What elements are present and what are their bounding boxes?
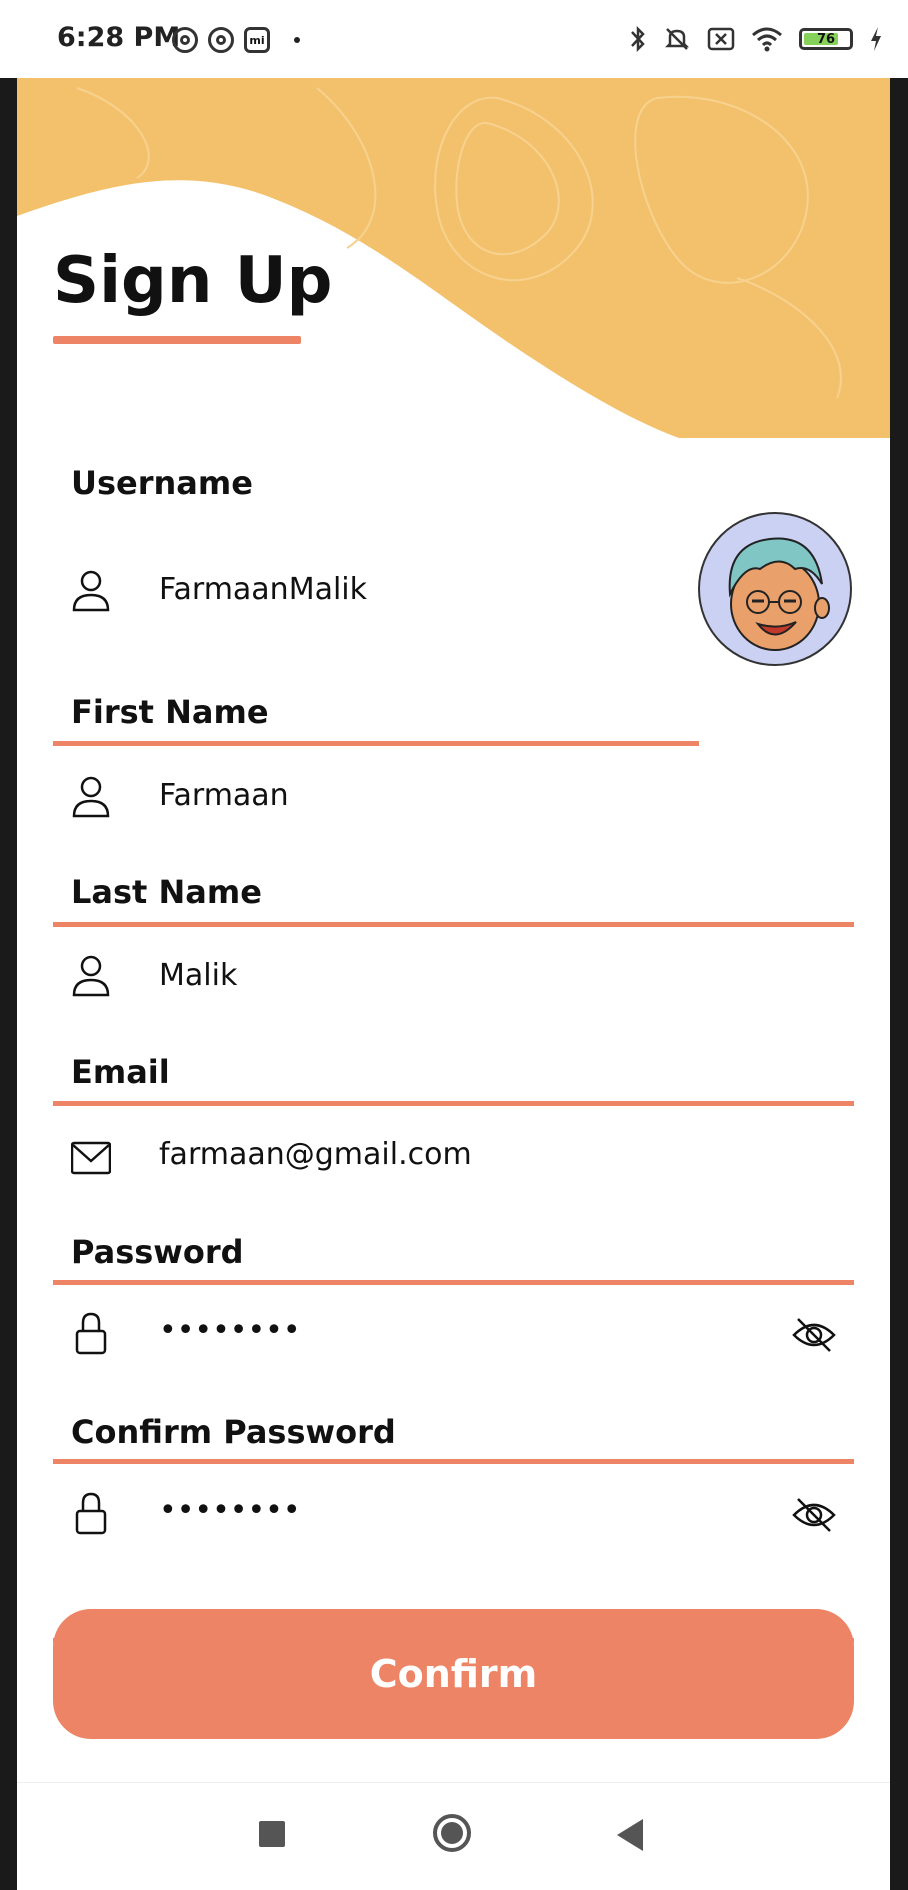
avatar-illustration	[728, 537, 830, 651]
confirm-password-input[interactable]: ••••••••	[159, 1493, 301, 1528]
lock-icon	[75, 1312, 107, 1355]
back-icon[interactable]	[617, 1819, 643, 1851]
avatar[interactable]	[698, 512, 852, 666]
lock-icon	[75, 1492, 107, 1535]
battery-level: 76	[816, 31, 836, 47]
at-circle-icon	[172, 27, 198, 53]
confirm-password-field: Confirm Password ••••••••	[53, 1413, 854, 1643]
email-field: Email farmaan@gmail.com	[53, 1053, 854, 1285]
person-icon	[72, 776, 110, 818]
eye-off-icon[interactable]	[792, 1315, 836, 1355]
last-name-label: Last Name	[71, 873, 262, 911]
mute-icon	[664, 28, 690, 50]
last-name-input[interactable]: Malik	[159, 958, 237, 993]
password-input[interactable]: ••••••••	[159, 1313, 301, 1348]
password-field: Password ••••••••	[53, 1233, 854, 1464]
mail-icon	[71, 1141, 111, 1175]
mi-badge-text: mi	[249, 33, 265, 47]
password-label: Password	[71, 1233, 244, 1271]
eye-off-icon[interactable]	[792, 1495, 836, 1535]
system-nav-bar	[17, 1782, 890, 1890]
screen-edge-right	[890, 78, 908, 1890]
email-label: Email	[71, 1053, 170, 1091]
person-icon	[72, 955, 110, 997]
username-label: Username	[71, 464, 253, 502]
page-title: Sign Up	[53, 244, 333, 318]
first-name-field: First Name Farmaan	[53, 693, 854, 927]
username-input[interactable]: FarmaanMalik	[159, 572, 367, 607]
status-icons-left: mi	[172, 27, 300, 53]
bluetooth-icon	[631, 25, 645, 53]
app-frame: 6:28 PM mi 76 Sign Up Username FarmaanMa…	[0, 0, 908, 1890]
email-input[interactable]: farmaan@gmail.com	[159, 1137, 472, 1172]
screen-edge-left	[0, 78, 17, 1890]
confirm-button[interactable]: Confirm	[53, 1609, 854, 1739]
recents-icon[interactable]	[259, 1821, 285, 1847]
first-name-input[interactable]: Farmaan	[159, 778, 289, 813]
title-underline	[53, 336, 301, 344]
status-bar: 6:28 PM mi 76	[0, 0, 908, 78]
no-sim-icon	[707, 27, 735, 51]
last-name-field: Last Name Malik	[53, 873, 854, 1106]
person-icon	[72, 570, 110, 612]
home-icon[interactable]	[433, 1814, 471, 1852]
confirm-password-label: Confirm Password	[71, 1413, 396, 1451]
status-icons-right: 76	[629, 25, 883, 53]
mi-icon: mi	[244, 27, 270, 53]
at-circle-icon	[208, 27, 234, 53]
charging-icon	[871, 27, 881, 51]
dot-icon	[294, 37, 300, 43]
status-time: 6:28 PM	[57, 22, 181, 53]
first-name-label: First Name	[71, 693, 269, 731]
signup-screen: Sign Up Username FarmaanMalik First Name…	[17, 78, 890, 1782]
battery-icon: 76	[799, 28, 853, 50]
wifi-icon	[752, 27, 782, 52]
